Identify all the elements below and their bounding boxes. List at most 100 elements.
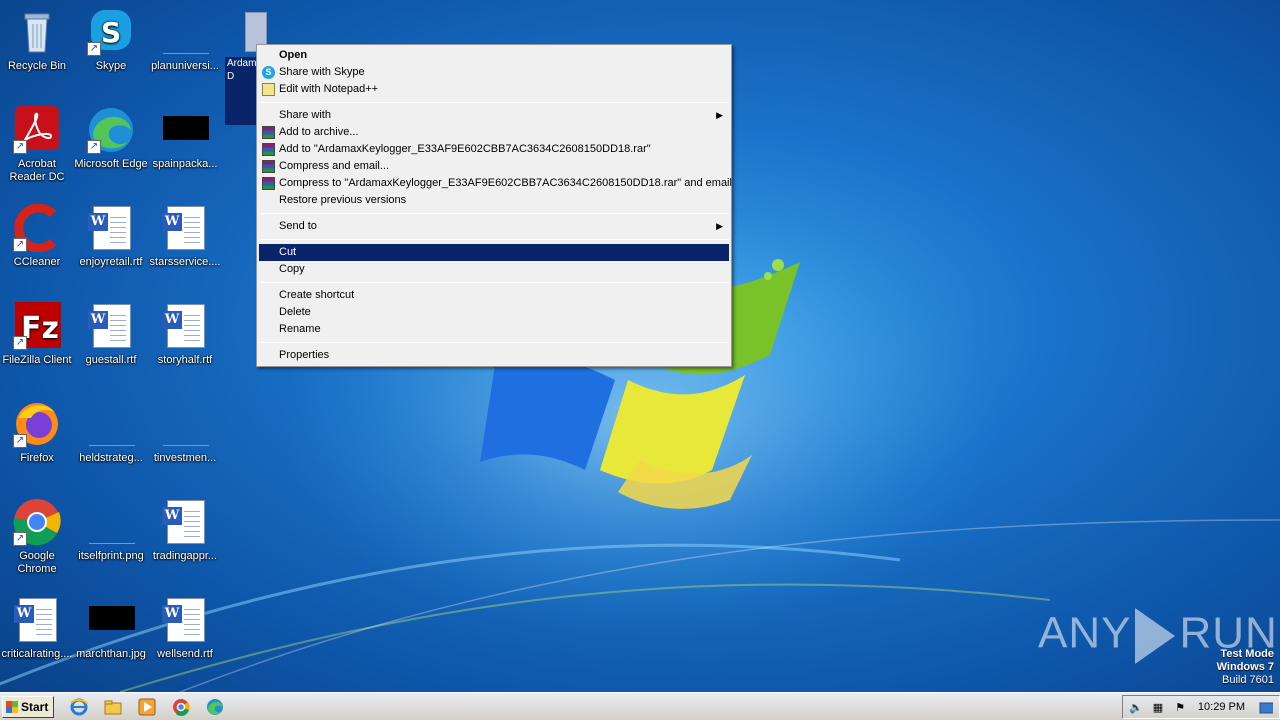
menu-item-compress-to-rar-and-email[interactable]: Compress to "ArdamaxKeylogger_E33AF9E602…: [259, 175, 732, 192]
recycle-bin-icon: [13, 8, 61, 56]
menu-separator: [261, 213, 729, 214]
network-icon[interactable]: ▦: [1151, 701, 1165, 715]
blank-image-icon: [161, 8, 209, 56]
menu-item-rename[interactable]: Rename: [259, 321, 729, 338]
desktop-icon-planuniversi[interactable]: planuniversi...: [148, 8, 222, 73]
action-center-flag-icon[interactable]: ⚑: [1173, 701, 1187, 715]
icon-label: enjoyretail.rtf: [79, 256, 143, 268]
word-doc-icon: W: [161, 498, 209, 546]
desktop-icon-skype[interactable]: S ↗ Skype: [74, 8, 148, 73]
desktop-icon-spainpacka[interactable]: spainpacka...: [148, 106, 222, 171]
test-mode-line1: Test Mode: [1220, 648, 1274, 660]
winrar-icon: [262, 160, 275, 173]
menu-item-label: Add to "ArdamaxKeylogger_E33AF9E602CBB7A…: [279, 143, 651, 155]
blank-image-icon: [87, 400, 135, 448]
notepad-plus-plus-icon: [262, 83, 275, 96]
desktop-icon-starsservice[interactable]: W starsservice....: [148, 204, 222, 269]
menu-item-delete[interactable]: Delete: [259, 304, 729, 321]
test-mode-line2: Windows 7: [1216, 661, 1274, 673]
submenu-arrow-icon: ▶: [716, 221, 723, 231]
chrome-taskbar-icon[interactable]: [172, 698, 190, 716]
skype-icon: S ↗: [87, 8, 135, 56]
desktop-icon-chrome[interactable]: ↗ Google Chrome: [0, 498, 74, 576]
show-desktop-icon[interactable]: [1259, 701, 1273, 715]
context-menu: Open S Share with Skype Edit with Notepad…: [256, 44, 732, 367]
menu-item-compress-and-email[interactable]: Compress and email...: [259, 158, 729, 175]
firefox-icon: ↗: [13, 400, 61, 448]
clock[interactable]: 10:29 PM: [1198, 701, 1245, 713]
menu-item-label: Create shortcut: [279, 289, 355, 301]
menu-item-label: Rename: [279, 323, 321, 335]
test-mode-notice: Test Mode Windows 7 Build 7601: [1217, 648, 1274, 687]
start-label: Start: [21, 700, 49, 714]
desktop-icon-recycle-bin[interactable]: Recycle Bin: [0, 8, 74, 73]
icon-label: tinvestmen...: [153, 452, 217, 464]
icon-label: starsservice....: [149, 256, 221, 268]
desktop-icon-tradingappr[interactable]: W tradingappr...: [148, 498, 222, 563]
menu-item-label: Compress to "ArdamaxKeylogger_E33AF9E602…: [279, 177, 732, 189]
internet-explorer-icon[interactable]: [70, 698, 88, 716]
desktop-icon-ccleaner[interactable]: ↗ CCleaner: [0, 203, 74, 269]
system-tray: 🔈 ▦ ⚑ 10:29 PM: [1122, 695, 1280, 719]
menu-item-send-to[interactable]: Send to ▶: [259, 218, 729, 235]
menu-item-properties[interactable]: Properties: [259, 347, 729, 364]
word-doc-icon: W: [161, 204, 209, 252]
desktop-icon-storyhalf[interactable]: W storyhalf.rtf: [148, 302, 222, 367]
menu-item-label: Compress and email...: [279, 160, 390, 172]
desktop-icon-tinvestmen[interactable]: tinvestmen...: [148, 400, 222, 465]
winrar-icon: [262, 143, 275, 156]
menu-item-label: Delete: [279, 306, 311, 318]
menu-item-edit-with-notepad[interactable]: Edit with Notepad++: [259, 81, 729, 98]
windows-flag-icon: [6, 701, 18, 713]
desktop-icon-firefox[interactable]: ↗ Firefox: [0, 400, 74, 465]
icon-label: guestall.rtf: [85, 354, 137, 366]
menu-separator: [261, 102, 729, 103]
icon-label: Recycle Bin: [7, 60, 67, 72]
word-doc-icon: W: [87, 302, 135, 350]
icon-label: marchthan.jpg: [76, 648, 146, 660]
black-image-icon: [87, 596, 135, 644]
desktop-icon-ardamax-selected[interactable]: Ardamaxgger_E33602CB34C260 D: [225, 12, 267, 125]
desktop-icon-enjoyretail[interactable]: W enjoyretail.rtf: [74, 204, 148, 269]
icon-label: planuniversi...: [151, 60, 219, 72]
word-doc-icon: W: [13, 596, 61, 644]
icon-label: CCleaner: [13, 256, 61, 268]
desktop-icon-itselfprint[interactable]: itselfprint.png: [74, 498, 148, 563]
menu-item-share-with-skype[interactable]: S Share with Skype: [259, 64, 729, 81]
menu-item-label: Share with: [279, 109, 331, 121]
media-player-icon[interactable]: [138, 698, 156, 716]
icon-label: spainpacka...: [152, 158, 218, 170]
menu-item-label: Send to: [279, 220, 317, 232]
file-explorer-icon[interactable]: [104, 698, 122, 716]
winrar-icon: [262, 177, 275, 190]
menu-item-share-with[interactable]: Share with ▶: [259, 107, 729, 124]
menu-item-cut[interactable]: Cut: [259, 244, 729, 261]
desktop-icon-guestall[interactable]: W guestall.rtf: [74, 302, 148, 367]
menu-item-add-to-archive[interactable]: Add to archive...: [259, 124, 729, 141]
desktop-icon-edge[interactable]: ↗ Microsoft Edge: [74, 106, 148, 171]
menu-item-copy[interactable]: Copy: [259, 261, 729, 278]
volume-icon[interactable]: 🔈: [1129, 701, 1143, 715]
filezilla-icon: Fz ↗: [13, 302, 61, 350]
desktop-icon-acrobat[interactable]: ↗ Acrobat Reader DC: [0, 106, 74, 184]
start-button[interactable]: Start: [2, 696, 54, 718]
watermark-left-text: ANY: [1038, 608, 1132, 658]
black-image-icon: [161, 106, 209, 154]
menu-item-restore-previous-versions[interactable]: Restore previous versions: [259, 192, 729, 209]
desktop-icon-marchthan[interactable]: marchthan.jpg: [74, 596, 148, 661]
chrome-icon: ↗: [13, 498, 61, 546]
menu-item-create-shortcut[interactable]: Create shortcut: [259, 287, 729, 304]
edge-taskbar-icon[interactable]: [206, 698, 224, 716]
menu-item-add-to-rar[interactable]: Add to "ArdamaxKeylogger_E33AF9E602CBB7A…: [259, 141, 729, 158]
desktop-icon-heldstrateg[interactable]: heldstrateg...: [74, 400, 148, 465]
desktop-icon-criticalrating[interactable]: W criticalrating....: [0, 596, 74, 661]
acrobat-icon: ↗: [13, 106, 61, 154]
icon-label: tradingappr...: [152, 550, 218, 562]
menu-item-open[interactable]: Open: [259, 47, 729, 64]
desktop-icon-filezilla[interactable]: Fz ↗ FileZilla Client: [0, 302, 74, 367]
blank-image-icon: [87, 498, 135, 546]
icon-label: Skype: [95, 60, 127, 72]
edge-icon: ↗: [87, 106, 135, 154]
desktop-icon-wellsend[interactable]: W wellsend.rtf: [148, 596, 222, 661]
icon-label: itselfprint.png: [78, 550, 144, 562]
